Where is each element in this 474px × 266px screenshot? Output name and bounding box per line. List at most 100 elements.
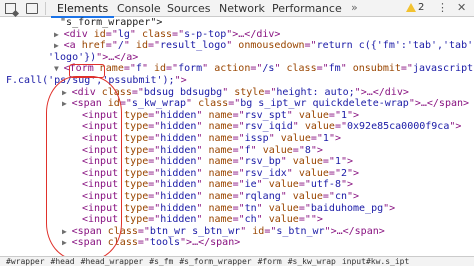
code-token: type: [124, 156, 149, 168]
dom-node-line[interactable]: ▶ <span id="s_kw_wrap" class="bg s_ipt_w…: [62, 98, 469, 110]
code-token: fm: [328, 63, 341, 75]
code-token: =": [232, 121, 245, 133]
code-token: =": [298, 214, 311, 226]
code-token: hidden: [160, 121, 197, 133]
code-token: form: [178, 63, 203, 75]
expand-triangle-icon[interactable]: ▶: [54, 41, 64, 50]
code-token: result_logo: [160, 40, 227, 52]
code-token: id: [93, 28, 106, 40]
code-token: hidden: [160, 156, 197, 168]
tab-elements[interactable]: Elements: [50, 2, 115, 18]
dom-node-line[interactable]: <input type="hidden" name="rsv_iqid" val…: [82, 121, 461, 133]
code-token: ": [256, 202, 269, 214]
dom-node-line[interactable]: <input type="hidden" name="ie" value="ut…: [82, 179, 353, 191]
code-token: ": [240, 225, 253, 237]
code-token: javascript:: [412, 63, 474, 75]
tab-sources[interactable]: Sources: [167, 2, 211, 15]
code-token: =": [298, 179, 311, 191]
code-token: ": [196, 144, 209, 156]
code-token: =": [400, 63, 413, 75]
code-token: ": [196, 156, 209, 168]
code-token: =": [148, 214, 161, 226]
code-token: ">…</span>: [408, 98, 470, 110]
dom-node-line[interactable]: ▶ <a href="/" id="result_logo" onmousedo…: [54, 40, 474, 52]
code-token: ">: [340, 179, 354, 191]
breadcrumb-item[interactable]: #s_form_wrapper: [179, 257, 251, 266]
code-token: =": [232, 214, 245, 226]
code-token: s_kw_wrap: [131, 98, 187, 110]
customize-menu-icon[interactable]: ⋮: [437, 1, 448, 14]
code-token: ">…</span>: [180, 237, 241, 249]
code-token: =": [131, 86, 144, 98]
dom-node-line[interactable]: <input type="hidden" name="rsv_bp" value…: [82, 156, 353, 168]
code-token: ": [196, 167, 209, 179]
code-token: <div: [63, 28, 94, 40]
code-token: href: [81, 40, 106, 52]
code-token: =": [298, 202, 311, 214]
close-devtools-icon[interactable]: ✕: [457, 1, 466, 14]
code-token: =": [148, 121, 161, 133]
code-token: =": [232, 144, 245, 156]
breadcrumb-item[interactable]: #head_wrapper: [81, 257, 144, 266]
inputs-highlight-loop: [46, 76, 122, 260]
device-toolbar-icon[interactable]: [26, 3, 38, 14]
code-token: =": [310, 133, 323, 144]
more-tabs-button[interactable]: »: [351, 1, 358, 14]
inspect-element-icon[interactable]: [5, 3, 16, 14]
code-token: ": [196, 133, 209, 144]
code-token: name: [208, 167, 233, 179]
dom-node-line[interactable]: <input type="hidden" name="rqlang" value…: [82, 191, 359, 203]
breadcrumb-item[interactable]: #form: [258, 257, 282, 266]
dom-node-line[interactable]: "s_form_wrapper">: [48, 17, 162, 29]
code-token: name: [208, 179, 233, 191]
dom-node-line[interactable]: <input type="hidden" name="rsv_idx" valu…: [82, 168, 359, 180]
code-token: type: [124, 191, 149, 202]
code-token: =": [328, 167, 341, 179]
toolbar-divider: [45, 2, 46, 15]
code-token: ">…</div>: [354, 86, 409, 98]
code-token: s-p-top: [184, 28, 227, 40]
code-token: =": [292, 144, 305, 156]
code-token: =": [232, 191, 245, 202]
tab-network[interactable]: Network: [219, 2, 265, 15]
code-token: rqlang: [244, 191, 281, 202]
code-token: =": [232, 202, 245, 214]
code-token: issp: [244, 133, 269, 144]
code-token: =": [148, 109, 161, 121]
tab-performance[interactable]: Performance: [272, 2, 342, 15]
code-token: id: [153, 63, 167, 75]
code-token: =": [250, 63, 263, 75]
code-token: =": [232, 109, 245, 121]
code-token: name: [208, 191, 233, 202]
code-token: =": [148, 202, 161, 214]
dom-node-line[interactable]: ▶ <div id="lg" class="s-p-top">…</div>: [54, 29, 280, 41]
breadcrumb-item[interactable]: input#kw.s_ipt: [342, 257, 409, 266]
code-token: ": [280, 191, 293, 202]
breadcrumb-item[interactable]: #head: [51, 257, 75, 266]
code-token: ": [196, 109, 209, 121]
code-token: ": [286, 167, 299, 179]
code-token: class: [198, 98, 229, 110]
breadcrumb-item[interactable]: #s_fm: [149, 257, 173, 266]
code-token: =": [148, 156, 161, 168]
dom-node-line[interactable]: 'logo'})">…</a>: [48, 52, 138, 64]
expand-triangle-icon[interactable]: ▶: [54, 30, 64, 39]
code-token: type: [124, 202, 149, 214]
dom-node-line[interactable]: <input type="hidden" name="rsv_spt" valu…: [82, 110, 359, 122]
warning-icon[interactable]: [406, 3, 416, 12]
devtools-toolbar: Elements Console Sources Network Perform…: [0, 0, 474, 18]
dom-tree-panel: "s_form_wrapper"> ▶ <div id="lg" class="s…: [0, 16, 474, 260]
breadcrumb-item[interactable]: #s_kw_wrap: [288, 257, 336, 266]
code-token: hidden: [160, 167, 197, 179]
dom-node-line[interactable]: ▼ <form name="f" id="form" action="/s" c…: [54, 63, 474, 75]
code-token: hidden: [160, 191, 197, 202]
dom-node-line[interactable]: <input type="hidden" name="tn" value="ba…: [82, 203, 395, 215]
code-token: utf-8: [310, 179, 341, 191]
collapse-triangle-icon[interactable]: ▼: [54, 64, 64, 73]
code-token: =": [148, 133, 161, 144]
code-token: value: [304, 121, 335, 133]
breadcrumb-item[interactable]: #wrapper: [6, 257, 45, 266]
code-token: type: [124, 167, 149, 179]
warning-count[interactable]: 2: [418, 2, 424, 13]
tab-console[interactable]: Console: [117, 2, 161, 15]
